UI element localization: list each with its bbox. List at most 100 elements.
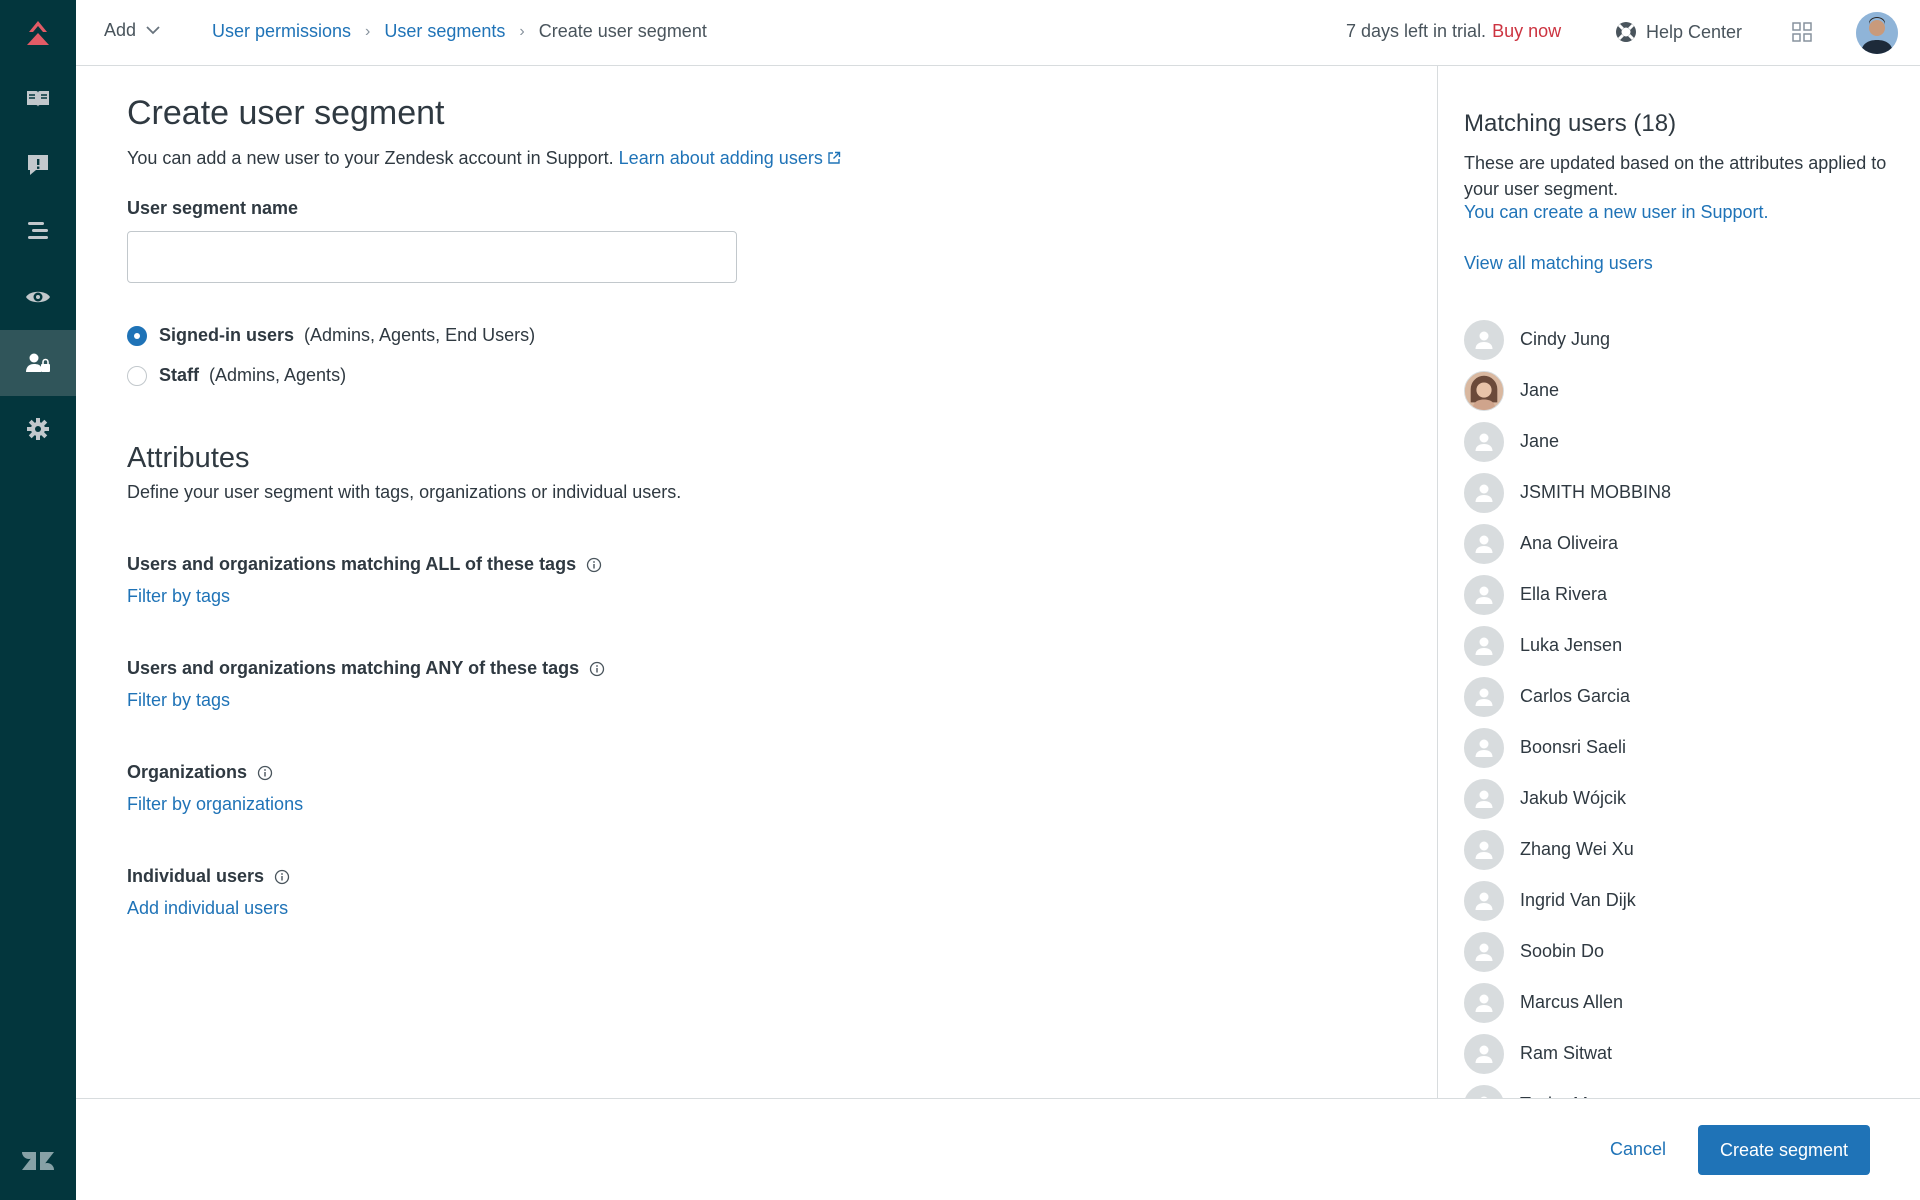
section-label-text: Individual users <box>127 866 265 886</box>
section-any-tags-label: Users and organizations matching ANY of … <box>127 658 605 679</box>
user-placeholder-icon <box>1475 433 1493 451</box>
user-list-item[interactable]: Boonsri Saeli <box>1464 722 1671 773</box>
user-avatar <box>1464 1033 1504 1074</box>
user-placeholder-icon <box>1475 994 1493 1012</box>
user-placeholder-icon <box>1475 892 1493 910</box>
add-label: Add <box>104 20 137 40</box>
user-placeholder-icon <box>1475 943 1493 961</box>
sidebar-item-alerts[interactable] <box>0 132 76 198</box>
learn-link-label: Learn about adding users <box>618 148 823 168</box>
profile-photo-icon <box>1856 12 1898 54</box>
attributes-description: Define your user segment with tags, orga… <box>127 482 682 502</box>
create-segment-button[interactable]: Create segment <box>1698 1125 1870 1175</box>
attributes-heading: Attributes <box>127 442 250 474</box>
help-center-button[interactable]: Help Center <box>1614 20 1742 44</box>
section-organizations-label: Organizations <box>127 762 273 783</box>
breadcrumb-user-segments[interactable]: User segments <box>384 21 505 42</box>
user-list-item[interactable]: Jane <box>1464 416 1671 467</box>
chevron-down-icon <box>146 26 160 35</box>
user-name: Cindy Jung <box>1520 329 1611 349</box>
radio-button[interactable] <box>127 365 147 386</box>
info-icon[interactable] <box>257 765 273 781</box>
add-menu-button[interactable]: Add <box>104 20 160 41</box>
create-user-in-support-link[interactable]: You can create a new user in Support. <box>1464 202 1769 223</box>
radio-signed-in-users[interactable]: Signed-in users (Admins, Agents, End Use… <box>127 325 535 346</box>
filter-by-organizations-link[interactable]: Filter by organizations <box>127 794 303 815</box>
user-placeholder-icon <box>1475 841 1493 859</box>
sidebar-item-settings[interactable] <box>0 396 76 462</box>
user-list-item[interactable]: Ingrid Van Dijk <box>1464 875 1671 926</box>
zendesk-logo-icon[interactable] <box>0 1136 76 1186</box>
user-avatar <box>1464 523 1504 564</box>
footer-bar: Cancel Create segment <box>76 1098 1920 1200</box>
info-icon[interactable] <box>589 661 605 677</box>
guide-logo-icon[interactable] <box>0 0 76 66</box>
segment-name-label: User segment name <box>127 198 299 218</box>
radio-button-checked[interactable] <box>127 325 147 346</box>
breadcrumb-separator-icon: › <box>365 22 371 40</box>
sidebar <box>0 0 76 1200</box>
filter-by-tags-any-link[interactable]: Filter by tags <box>127 690 230 711</box>
matching-users-panel: Matching users (18) These are updated ba… <box>1437 66 1920 1098</box>
user-avatar <box>1464 778 1504 819</box>
user-list-item[interactable]: Marcus Allen <box>1464 977 1671 1028</box>
trial-text: 7 days left in trial. <box>1346 21 1487 41</box>
user-avatar <box>1464 931 1504 972</box>
user-photo-icon <box>1465 371 1503 410</box>
info-icon[interactable] <box>586 557 602 573</box>
page-title: Create user segment <box>127 94 445 132</box>
user-placeholder-icon <box>1475 586 1493 604</box>
user-list-item[interactable]: Cindy Jung <box>1464 314 1671 365</box>
user-avatar <box>1464 982 1504 1023</box>
view-all-matching-users-link[interactable]: View all matching users <box>1464 253 1653 274</box>
add-individual-users-link[interactable]: Add individual users <box>127 898 288 919</box>
buy-now-link[interactable]: Buy now <box>1492 21 1561 41</box>
user-list-item[interactable]: JSMITH MOBBIN8 <box>1464 467 1671 518</box>
user-avatar <box>1464 370 1504 411</box>
user-list-item[interactable]: Ram Sitwat <box>1464 1028 1671 1079</box>
user-name: Jakub Wójcik <box>1520 788 1627 808</box>
section-label-text: Users and organizations matching ALL of … <box>127 554 577 574</box>
cancel-button[interactable]: Cancel <box>1610 1139 1666 1160</box>
section-individual-users-label: Individual users <box>127 866 290 887</box>
breadcrumb-separator-icon: › <box>519 22 525 40</box>
user-name: Jane <box>1520 431 1560 451</box>
learn-about-adding-users-link[interactable]: Learn about adding users <box>619 148 841 168</box>
main-content: Create user segment You can add a new us… <box>76 66 1438 1098</box>
info-icon[interactable] <box>274 869 290 885</box>
user-name: Luka Jensen <box>1520 635 1623 655</box>
sidebar-item-arrange[interactable] <box>0 198 76 264</box>
user-list-item[interactable]: Zhang Wei Xu <box>1464 824 1671 875</box>
user-avatar <box>1464 421 1504 462</box>
radio-staff[interactable]: Staff (Admins, Agents) <box>127 365 346 386</box>
user-placeholder-icon <box>1475 331 1493 349</box>
user-list-item[interactable]: Ana Oliveira <box>1464 518 1671 569</box>
radio-detail: (Admins, Agents) <box>209 365 347 385</box>
top-bar: Add User permissions › User segments › C… <box>76 0 1920 66</box>
user-name: Ingrid Van Dijk <box>1520 890 1636 910</box>
user-list-item[interactable]: Taylor Moore <box>1464 1079 1671 1098</box>
user-placeholder-icon <box>1475 688 1493 706</box>
user-list-item[interactable]: Luka Jensen <box>1464 620 1671 671</box>
user-name: Ella Rivera <box>1520 584 1608 604</box>
user-placeholder-icon <box>1475 484 1493 502</box>
section-label-text: Organizations <box>127 762 248 782</box>
user-avatar <box>1464 472 1504 513</box>
product-tray-button[interactable] <box>1792 22 1812 47</box>
sidebar-item-preview[interactable] <box>0 264 76 330</box>
alert-icon <box>28 155 48 175</box>
breadcrumb-user-permissions[interactable]: User permissions <box>212 21 351 42</box>
external-link-icon <box>828 151 841 164</box>
user-avatar <box>1464 625 1504 666</box>
user-list-item[interactable]: Soobin Do <box>1464 926 1671 977</box>
user-list-item[interactable]: Ella Rivera <box>1464 569 1671 620</box>
sidebar-item-guide[interactable] <box>0 66 76 132</box>
filter-by-tags-all-link[interactable]: Filter by tags <box>127 586 230 607</box>
user-avatar[interactable] <box>1856 12 1898 54</box>
user-list-item[interactable]: Carlos Garcia <box>1464 671 1671 722</box>
user-list-item[interactable]: Jakub Wójcik <box>1464 773 1671 824</box>
sidebar-item-user-permissions[interactable] <box>0 330 76 396</box>
user-name: Boonsri Saeli <box>1520 737 1627 757</box>
segment-name-input[interactable] <box>127 231 737 283</box>
user-list-item[interactable]: Jane <box>1464 365 1671 416</box>
